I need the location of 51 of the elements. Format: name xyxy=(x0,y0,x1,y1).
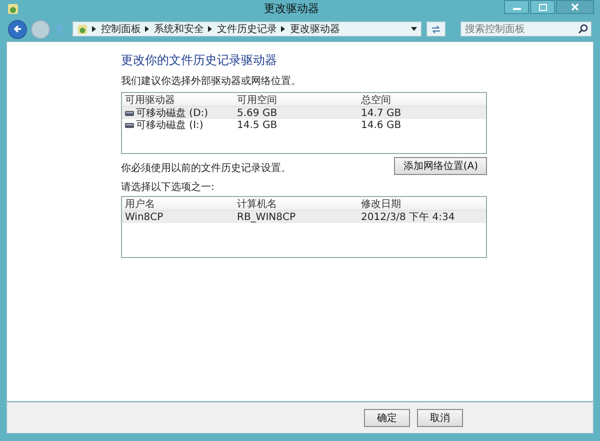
table-cell: 14.6 GB xyxy=(361,120,402,130)
breadcrumb[interactable]: 文件历史记录 xyxy=(217,22,277,36)
table-cell-text: 5.69 GB xyxy=(237,108,278,118)
back-arrow-icon xyxy=(12,24,22,34)
drive-row[interactable]: 可移动磁盘 (D:) 5.69 GB 14.7 GB xyxy=(122,107,486,119)
breadcrumb[interactable]: 控制面板 xyxy=(101,22,141,36)
refresh-button[interactable] xyxy=(426,21,446,37)
column-header[interactable]: 可用空间 xyxy=(237,92,361,106)
minimize-button[interactable] xyxy=(504,0,529,14)
table-cell: 14.7 GB xyxy=(361,108,402,118)
drive-name: 可移动磁盘 (I:) xyxy=(136,119,204,132)
column-header[interactable]: 可用驱动器 xyxy=(125,92,237,106)
close-button[interactable] xyxy=(556,0,594,14)
add-network-location-button[interactable]: 添加网络位置(A) xyxy=(394,157,487,175)
drive-list[interactable]: 可用驱动器 可用空间 总空间 可移动磁盘 (D:) 5.69 GB 14.7 GB 可移动磁盘 (I:) 14.5 GB 14.6 GB xyxy=(121,92,487,154)
chevron-icon xyxy=(208,26,213,32)
table-cell-text: RB_WIN8CP xyxy=(237,212,297,222)
intro-text: 我们建议你选择外部驱动器或网络位置。 xyxy=(121,74,302,88)
breadcrumb[interactable]: 系统和安全 xyxy=(154,22,204,36)
table-cell-text: 14.5 GB xyxy=(237,120,278,130)
column-header[interactable]: 计算机名 xyxy=(237,196,361,210)
column-header[interactable]: 修改日期 xyxy=(361,196,401,210)
cancel-button[interactable]: 取消 xyxy=(417,409,463,427)
settings-list[interactable]: 用户名 计算机名 修改日期 Win8CP RB_WIN8CP 2012/3/8 下午 4:34 xyxy=(121,196,487,258)
drive-row[interactable]: 可移动磁盘 (I:) 14.5 GB 14.6 GB xyxy=(122,119,486,131)
chevron-icon xyxy=(281,26,286,32)
breadcrumb[interactable]: 更改驱动器 xyxy=(290,22,340,36)
chevron-icon xyxy=(145,26,150,32)
dropdown-icon[interactable] xyxy=(411,27,417,31)
settings-row[interactable]: Win8CP RB_WIN8CP 2012/3/8 下午 4:34 xyxy=(122,211,486,223)
search-icon xyxy=(578,24,588,34)
drive-name: 可移动磁盘 (D:) xyxy=(136,107,208,120)
close-icon xyxy=(571,3,579,11)
ok-button[interactable]: 确定 xyxy=(364,409,410,427)
notice-text: 你必须使用以前的文件历史记录设置。 xyxy=(121,162,291,175)
refresh-icon xyxy=(431,24,441,34)
window-title: 更改驱动器 xyxy=(263,1,319,16)
control-panel-icon xyxy=(77,24,88,34)
maximize-icon xyxy=(538,4,546,10)
maximize-button[interactable] xyxy=(530,0,555,14)
chevron-icon xyxy=(92,26,97,32)
address-bar[interactable]: 控制面板 系统和安全 文件历史记录 更改驱动器 xyxy=(72,21,422,37)
table-cell-text: Win8CP xyxy=(125,212,164,222)
column-header[interactable]: 用户名 xyxy=(125,196,237,210)
back-button[interactable] xyxy=(8,20,27,38)
search-field[interactable]: 搜索控制面板 xyxy=(460,21,592,37)
choose-label: 请选择以下选项之一: xyxy=(121,180,216,194)
column-header[interactable]: 总空间 xyxy=(361,92,391,106)
table-cell-text: 2012/3/8 下午 4:34 xyxy=(361,211,455,224)
control-panel-icon xyxy=(7,2,19,14)
page-heading: 更改你的文件历史记录驱动器 xyxy=(121,52,278,69)
